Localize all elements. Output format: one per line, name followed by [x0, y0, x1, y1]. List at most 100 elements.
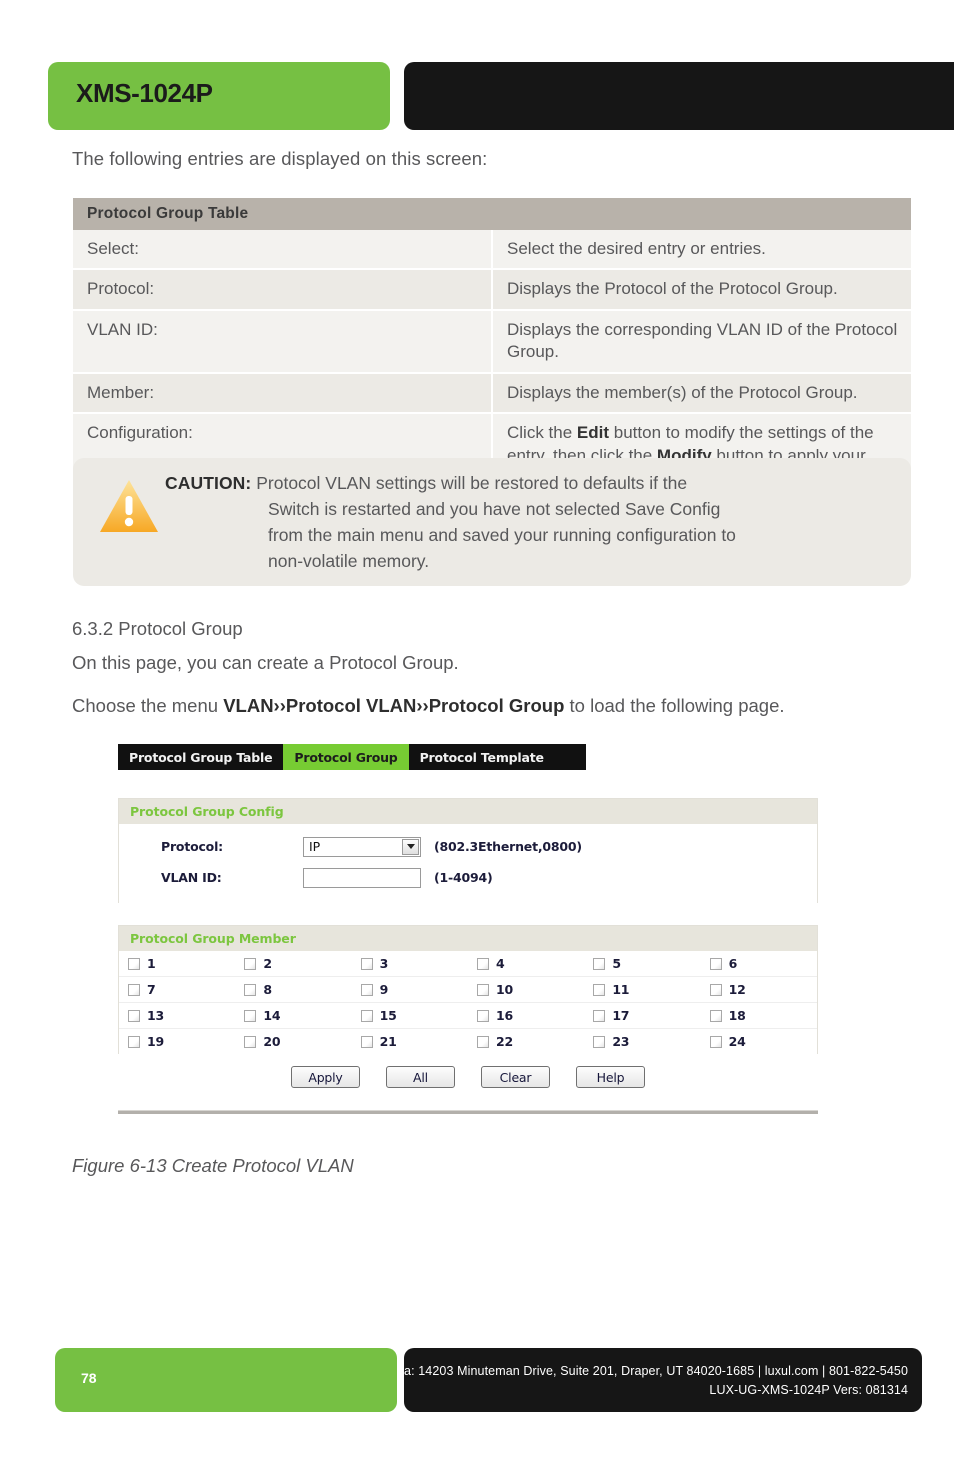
tab-protocol-template[interactable]: Protocol Template	[409, 744, 555, 770]
port-cell[interactable]: 6	[701, 956, 817, 971]
port-cell[interactable]: 14	[235, 1008, 351, 1023]
port-checkbox[interactable]	[128, 957, 140, 970]
all-button[interactable]: All	[386, 1066, 455, 1088]
intro-text: The following entries are displayed on t…	[72, 148, 488, 169]
table-row: Select: Select the desired entry or entr…	[73, 230, 911, 271]
port-cell[interactable]: 8	[235, 982, 351, 997]
port-checkbox[interactable]	[360, 983, 373, 996]
help-button[interactable]: Help	[576, 1066, 645, 1088]
caution-line-1-text: Protocol VLAN settings will be restored …	[256, 473, 688, 493]
row-label: Member:	[73, 372, 493, 415]
port-cell[interactable]: 13	[119, 1008, 235, 1023]
port-cell[interactable]: 11	[584, 982, 700, 997]
vlan-id-label: VLAN ID:	[161, 870, 222, 885]
port-checkbox[interactable]	[128, 983, 140, 996]
product-title: XMS-1024P	[76, 78, 213, 108]
port-checkbox[interactable]	[593, 983, 606, 996]
port-number: 10	[495, 982, 513, 997]
port-cell[interactable]: 2	[235, 956, 351, 971]
port-number: 17	[612, 1008, 630, 1023]
port-number: 8	[263, 982, 272, 997]
port-cell[interactable]: 18	[701, 1008, 817, 1023]
section-heading: 6.3.2 Protocol Group	[72, 618, 243, 639]
port-cell[interactable]: 20	[235, 1034, 351, 1049]
screenshot-divider	[118, 1110, 818, 1114]
table-row: Protocol: Displays the Protocol of the P…	[73, 269, 911, 311]
tab-protocol-group-table[interactable]: Protocol Group Table	[118, 744, 283, 770]
port-number: 20	[263, 1034, 281, 1049]
port-checkbox[interactable]	[709, 957, 722, 970]
port-checkbox[interactable]	[476, 1009, 489, 1022]
port-cell[interactable]: 22	[468, 1034, 584, 1049]
port-checkbox[interactable]	[476, 1035, 489, 1048]
member-row: 1 2 3 4 5 6	[119, 951, 817, 977]
chevron-down-icon[interactable]	[402, 838, 419, 855]
port-cell[interactable]: 10	[468, 982, 584, 997]
protocol-hint: (802.3Ethernet,0800)	[434, 839, 582, 854]
member-row: 7 8 9 10 11 12	[119, 977, 817, 1003]
port-checkbox[interactable]	[709, 1035, 722, 1048]
port-checkbox[interactable]	[244, 983, 257, 996]
port-checkbox[interactable]	[709, 983, 722, 996]
row-description: Displays the corresponding VLAN ID of th…	[492, 309, 911, 374]
port-cell[interactable]: 7	[119, 982, 235, 997]
member-panel-title: Protocol Group Member	[119, 926, 817, 951]
port-number: 9	[379, 982, 389, 997]
port-checkbox[interactable]	[593, 1009, 606, 1022]
port-cell[interactable]: 1	[119, 956, 235, 971]
port-cell[interactable]: 3	[352, 956, 468, 971]
port-cell[interactable]: 12	[701, 982, 817, 997]
footer-address-line: a: 14203 Minuteman Drive, Suite 201, Dra…	[404, 1364, 908, 1378]
protocol-group-config-panel: Protocol Group Config Protocol: IP (802.…	[118, 798, 818, 903]
port-checkbox[interactable]	[709, 1009, 722, 1022]
port-checkbox[interactable]	[360, 1009, 373, 1022]
caution-line-2: Switch is restarted and you have not sel…	[268, 499, 721, 520]
caution-box: CAUTION: Protocol VLAN settings will be …	[73, 458, 911, 586]
port-checkbox[interactable]	[244, 1035, 257, 1048]
port-cell[interactable]: 17	[584, 1008, 700, 1023]
caution-label: CAUTION:	[165, 473, 252, 493]
page-number: 78	[81, 1370, 97, 1386]
port-cell[interactable]: 19	[119, 1034, 235, 1049]
row-label: Select:	[73, 230, 493, 271]
port-cell[interactable]: 4	[468, 956, 584, 971]
port-cell[interactable]: 16	[468, 1008, 584, 1023]
port-number: 11	[612, 982, 630, 997]
port-number: 24	[728, 1034, 746, 1049]
port-checkbox[interactable]	[128, 1035, 140, 1048]
footer-page-badge: 78	[55, 1348, 397, 1412]
apply-button[interactable]: Apply	[291, 1066, 360, 1088]
port-checkbox[interactable]	[593, 957, 606, 970]
table-header-row: Protocol Group Table	[73, 198, 911, 230]
row-description: Displays the Protocol of the Protocol Gr…	[492, 269, 911, 311]
port-checkbox[interactable]	[244, 957, 257, 970]
port-number: 18	[728, 1008, 746, 1023]
config-panel-body: Protocol: IP (802.3Ethernet,0800) VLAN I…	[119, 824, 817, 903]
port-checkbox[interactable]	[360, 1035, 373, 1048]
port-cell[interactable]: 24	[701, 1034, 817, 1049]
port-cell[interactable]: 15	[352, 1008, 468, 1023]
protocol-select[interactable]: IP	[303, 836, 421, 857]
row-description: Select the desired entry or entries.	[492, 230, 911, 271]
header-dark-bar	[404, 62, 954, 130]
port-number: 19	[147, 1034, 164, 1049]
port-number: 23	[612, 1034, 630, 1049]
port-checkbox[interactable]	[128, 1009, 140, 1022]
port-cell[interactable]: 21	[352, 1034, 468, 1049]
port-checkbox[interactable]	[476, 957, 489, 970]
page-header: XMS-1024P	[48, 62, 954, 130]
vlan-id-input[interactable]	[303, 867, 421, 888]
port-cell[interactable]: 9	[352, 982, 468, 997]
port-checkbox[interactable]	[244, 1009, 257, 1022]
port-checkbox[interactable]	[360, 957, 373, 970]
tab-protocol-group[interactable]: Protocol Group	[283, 744, 409, 770]
port-checkbox[interactable]	[593, 1035, 606, 1048]
caution-text: CAUTION: Protocol VLAN settings will be …	[165, 470, 889, 574]
menu-path-prefix: Choose the menu	[72, 695, 224, 716]
clear-button[interactable]: Clear	[481, 1066, 550, 1088]
port-cell[interactable]: 23	[584, 1034, 700, 1049]
port-cell[interactable]: 5	[584, 956, 700, 971]
device-ui-screenshot: Protocol Group Table Protocol Group Prot…	[118, 744, 866, 1114]
port-checkbox[interactable]	[476, 983, 489, 996]
port-number: 4	[495, 956, 505, 971]
